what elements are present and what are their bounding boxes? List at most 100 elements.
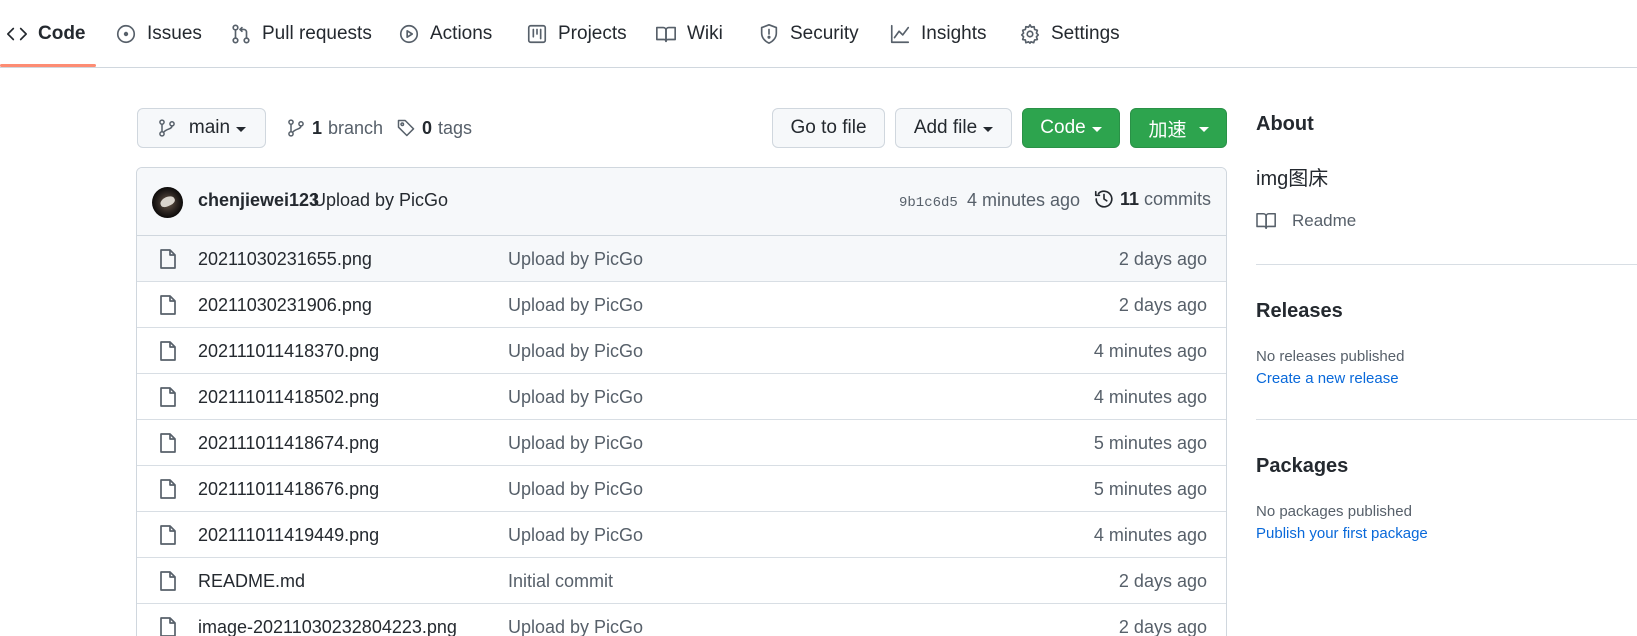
go-to-file-label: Go to file <box>790 117 867 138</box>
tab-projects[interactable]: Projects <box>526 0 627 67</box>
file-name[interactable]: 202111011418674.png <box>198 433 379 454</box>
file-time: 2 days ago <box>1118 295 1207 315</box>
file-time: 2 days ago <box>1118 571 1207 591</box>
file-browser: chenjiewei123 Upload by PicGo 9b1c6d5 4 … <box>136 167 1227 636</box>
branches-link[interactable]: 1 branch <box>286 113 383 143</box>
file-row[interactable]: 202111011419449.png Upload by PicGo 4 mi… <box>137 512 1226 558</box>
file-name[interactable]: 202111011418676.png <box>198 479 379 500</box>
tag-icon <box>397 119 415 137</box>
code-dropdown-button[interactable]: Code <box>1022 108 1120 148</box>
tab-label: Actions <box>430 22 493 44</box>
readme-link[interactable]: Readme <box>1256 211 1356 231</box>
packages-empty-text: No packages published <box>1256 503 1412 520</box>
git-branch-icon <box>288 119 304 137</box>
branch-selector-button[interactable]: main <box>137 108 266 148</box>
shield-icon <box>760 23 778 44</box>
tag-count: 0 <box>422 117 433 138</box>
releases-heading[interactable]: Releases <box>1256 300 1343 323</box>
releases-empty-text: No releases published <box>1256 348 1405 365</box>
publish-package-link[interactable]: Publish your first package <box>1256 525 1428 542</box>
repo-nav: Code Issues Pull requests Actions Projec… <box>0 0 1637 68</box>
commit-count: 11 <box>1120 188 1140 209</box>
file-time: 2 days ago <box>1118 249 1207 269</box>
tab-security[interactable]: Security <box>758 0 859 67</box>
commits-link[interactable]: 11 commits <box>1093 188 1211 210</box>
commit-time: 4 minutes ago <box>967 190 1081 210</box>
chevron-down-icon <box>1091 126 1102 132</box>
file-commit-message[interactable]: Upload by PicGo <box>508 249 643 270</box>
add-file-label: Add file <box>913 117 978 138</box>
file-icon <box>160 479 176 499</box>
file-row[interactable]: 20211030231906.png Upload by PicGo 2 day… <box>137 282 1226 328</box>
file-name[interactable]: image-20211030232804223.png <box>198 617 457 636</box>
file-commit-message[interactable]: Upload by PicGo <box>508 341 643 362</box>
sidebar-divider <box>1256 264 1637 265</box>
avatar[interactable] <box>152 187 183 218</box>
file-time: 4 minutes ago <box>1093 387 1207 407</box>
file-name[interactable]: 20211030231655.png <box>198 249 372 270</box>
go-to-file-button[interactable]: Go to file <box>772 108 885 148</box>
file-icon <box>160 387 176 407</box>
tab-pull-requests[interactable]: Pull requests <box>230 0 372 67</box>
file-icon <box>160 341 176 361</box>
tab-wiki[interactable]: Wiki <box>655 0 723 67</box>
file-row[interactable]: image-20211030232804223.png Upload by Pi… <box>137 604 1226 636</box>
file-icon <box>160 525 176 545</box>
about-heading: About <box>1256 113 1314 135</box>
tab-label: Insights <box>921 22 987 44</box>
file-icon <box>160 571 176 591</box>
tab-insights[interactable]: Insights <box>889 0 986 67</box>
file-commit-message[interactable]: Upload by PicGo <box>508 479 643 500</box>
play-icon <box>399 24 419 43</box>
sidebar-divider <box>1256 419 1637 420</box>
file-commit-message[interactable]: Upload by PicGo <box>508 617 643 636</box>
tab-issues[interactable]: Issues <box>115 0 202 67</box>
file-commit-message[interactable]: Upload by PicGo <box>508 387 643 408</box>
file-row[interactable]: 202111011418502.png Upload by PicGo 4 mi… <box>137 374 1226 420</box>
chevron-down-icon <box>1198 126 1209 132</box>
commit-count-label: commits <box>1144 188 1212 209</box>
latest-commit-bar: chenjiewei123 Upload by PicGo 9b1c6d5 4 … <box>137 168 1226 236</box>
tab-label: Settings <box>1051 22 1120 44</box>
chevron-down-icon <box>983 126 994 132</box>
file-row[interactable]: README.md Initial commit 2 days ago <box>137 558 1226 604</box>
graph-icon <box>890 24 910 43</box>
file-commit-message[interactable]: Upload by PicGo <box>508 295 643 316</box>
file-row[interactable]: 202111011418370.png Upload by PicGo 4 mi… <box>137 328 1226 374</box>
branch-label: branch <box>328 117 384 138</box>
file-commit-message[interactable]: Initial commit <box>508 571 613 592</box>
tags-link[interactable]: 0 tags <box>396 113 472 143</box>
file-name[interactable]: 202111011419449.png <box>198 525 379 546</box>
file-list: 20211030231655.png Upload by PicGo 2 day… <box>137 236 1226 636</box>
tab-label: Code <box>38 22 86 44</box>
tab-code[interactable]: Code <box>6 0 86 67</box>
file-row[interactable]: 202111011418676.png Upload by PicGo 5 mi… <box>137 466 1226 512</box>
issue-opened-icon <box>116 24 136 43</box>
project-icon <box>527 24 547 43</box>
file-name[interactable]: 20211030231906.png <box>198 295 372 316</box>
file-row[interactable]: 202111011418674.png Upload by PicGo 5 mi… <box>137 420 1226 466</box>
accelerate-button[interactable]: 加速 <box>1130 108 1227 148</box>
create-release-link[interactable]: Create a new release <box>1256 370 1399 387</box>
file-row[interactable]: 20211030231655.png Upload by PicGo 2 day… <box>137 236 1226 282</box>
commit-sha[interactable]: 9b1c6d5 <box>899 195 958 211</box>
file-name[interactable]: README.md <box>198 571 305 592</box>
file-name[interactable]: 202111011418370.png <box>198 341 379 362</box>
tab-label: Wiki <box>687 22 723 44</box>
branch-count: 1 <box>312 117 323 138</box>
packages-heading[interactable]: Packages <box>1256 455 1348 478</box>
file-commit-message[interactable]: Upload by PicGo <box>508 525 643 546</box>
accelerate-button-label: 加速 <box>1148 119 1187 141</box>
tab-label: Security <box>790 22 859 44</box>
tab-actions[interactable]: Actions <box>398 0 492 67</box>
code-button-label: Code <box>1040 117 1086 138</box>
tab-settings[interactable]: Settings <box>1019 0 1120 67</box>
file-icon <box>160 295 176 315</box>
file-commit-message[interactable]: Upload by PicGo <box>508 433 643 454</box>
commit-author[interactable]: chenjiewei123 <box>198 190 319 211</box>
file-name[interactable]: 202111011418502.png <box>198 387 379 408</box>
add-file-button[interactable]: Add file <box>895 108 1012 148</box>
file-icon <box>160 249 176 269</box>
commit-message[interactable]: Upload by PicGo <box>313 190 448 211</box>
file-time: 2 days ago <box>1118 617 1207 636</box>
